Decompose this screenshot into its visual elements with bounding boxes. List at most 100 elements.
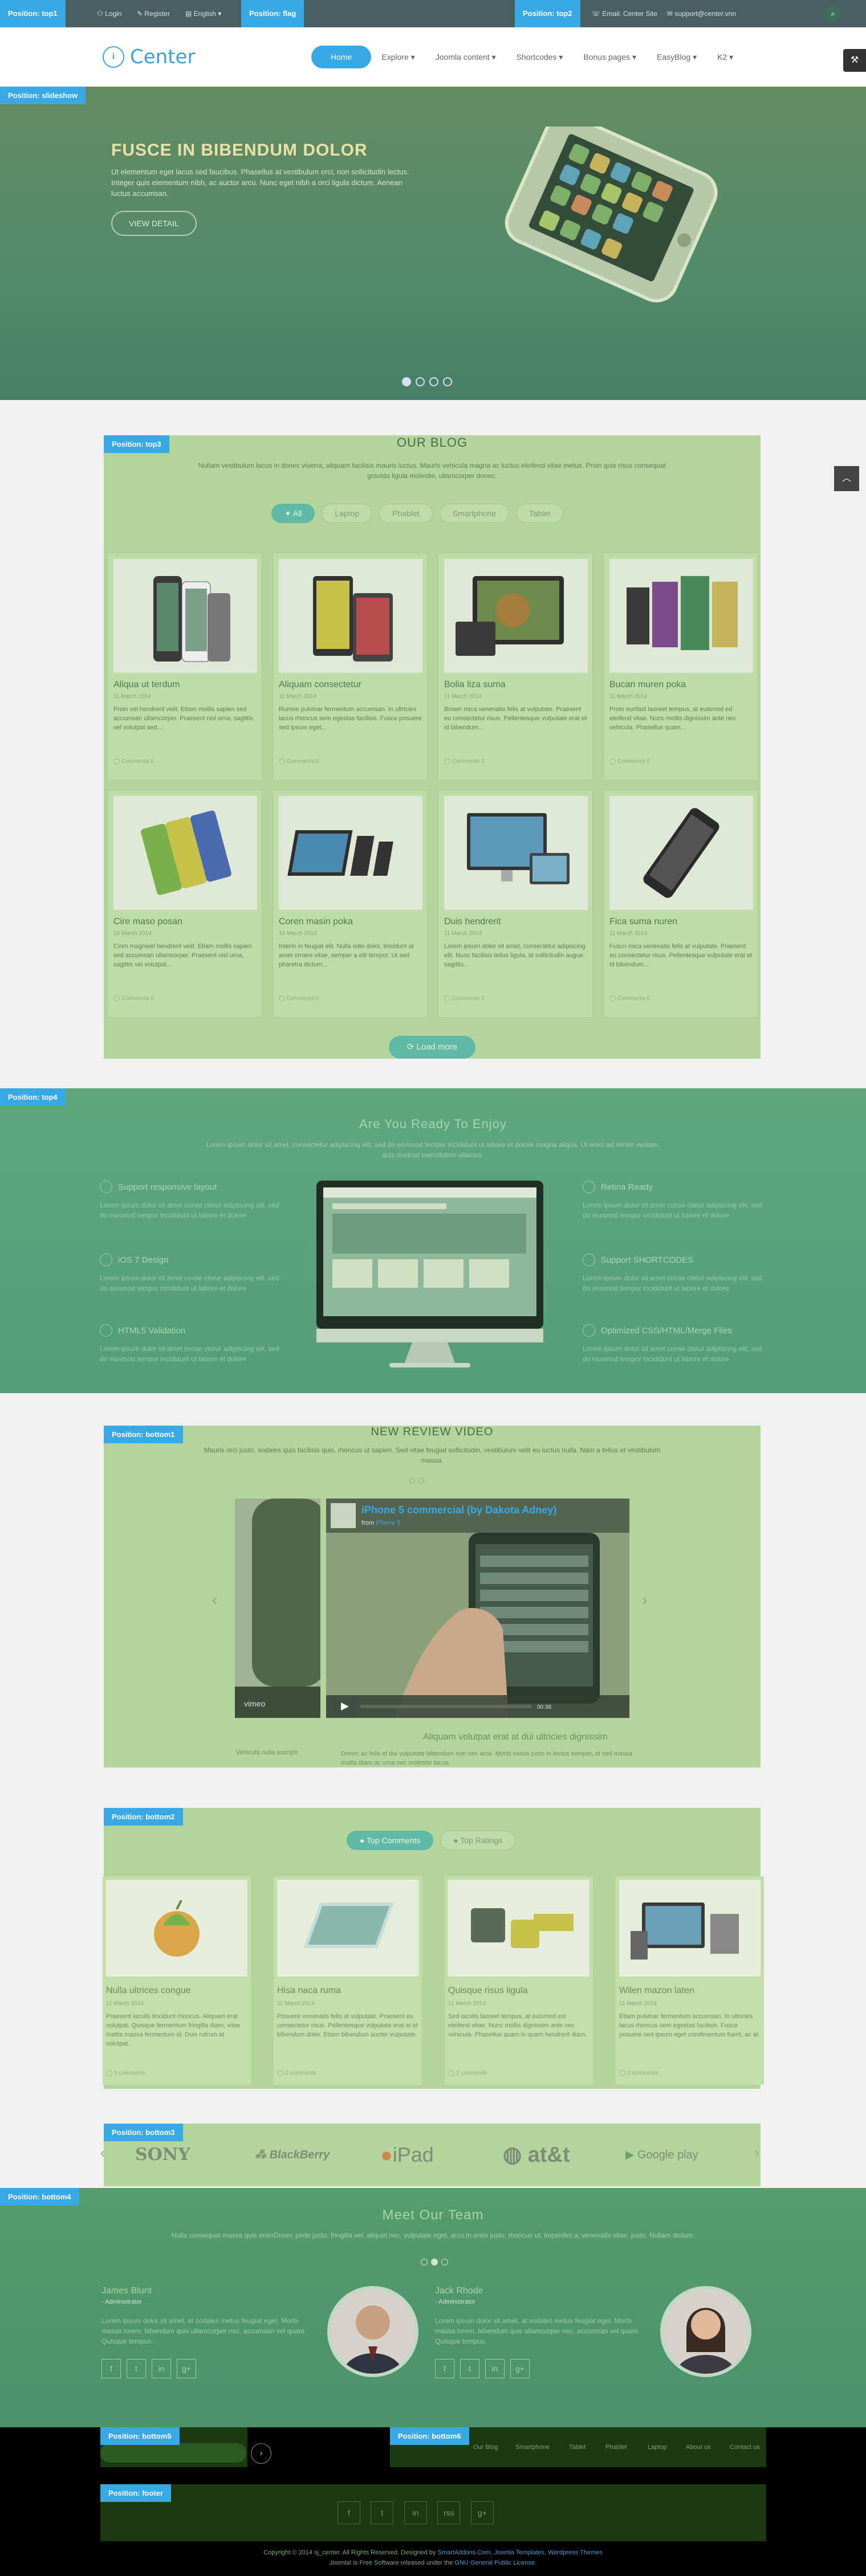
tab-top-ratings[interactable]: ● Top Ratings <box>440 1831 516 1850</box>
post-comments[interactable]: ◯ Comments 0 <box>113 995 154 1002</box>
post-title[interactable]: Bucan muren poka <box>609 680 686 690</box>
post-comments[interactable]: ◯ Comments 0 <box>609 758 650 765</box>
facebook-icon[interactable]: f <box>101 2359 121 2378</box>
post-title[interactable]: Coren masin poka <box>279 917 353 927</box>
filter-tablet[interactable]: Tablet <box>516 504 564 523</box>
blog-card[interactable]: Bolia liza suma 11 March 2014 Brown mica… <box>438 553 593 781</box>
video-dot[interactable] <box>418 1478 424 1484</box>
filter-smartphone[interactable]: Smartphone <box>439 504 510 523</box>
team-dot[interactable] <box>421 2259 428 2265</box>
submit-arrow-icon[interactable]: › <box>251 2443 271 2464</box>
post-comments[interactable]: ◯ Comments 0 <box>444 995 485 1002</box>
team-dot[interactable] <box>441 2259 448 2265</box>
slide-dot[interactable] <box>429 377 438 386</box>
license-link[interactable]: GNU General Public License. <box>454 2559 536 2566</box>
blog-card[interactable]: Aliqua ut terdum 11 March 2014 Proin vel… <box>107 553 262 781</box>
post-comments[interactable]: ◯ 2 comments <box>277 2070 316 2076</box>
post-comments[interactable]: ◯ 2 comments <box>448 2070 487 2076</box>
rss-icon[interactable]: rss <box>437 2501 461 2524</box>
tab-top-comments[interactable]: ● Top Comments <box>347 1831 434 1850</box>
linkedin-icon[interactable]: in <box>404 2501 427 2524</box>
nav-explore[interactable]: Explore ▾ <box>371 46 425 68</box>
filter-laptop[interactable]: Laptop <box>322 504 373 523</box>
post-comments[interactable]: ◯ Comments 0 <box>444 758 485 765</box>
blog-card[interactable]: Duis hendrerit 11 March 2014 Lorem ipsum… <box>438 790 593 1018</box>
blog-card[interactable]: Coren masin poka 10 March 2014 Interin i… <box>273 790 428 1018</box>
blog-card[interactable]: Aliquam consectetur 11 March 2014 Rumoe … <box>273 553 428 781</box>
twitter-icon[interactable]: t <box>371 2501 394 2524</box>
post-title[interactable]: Fica suma nuren <box>609 917 677 927</box>
newsletter-input[interactable] <box>100 2443 246 2463</box>
slide-dot[interactable] <box>443 377 452 386</box>
post-title[interactable]: Cire maso posan <box>113 917 182 927</box>
google-plus-icon[interactable]: g+ <box>470 2501 494 2524</box>
blog-card[interactable]: Bucan muren poka 11 March 2014 Proin sun… <box>603 553 758 781</box>
nav-k2[interactable]: K2 ▾ <box>707 46 743 68</box>
prev-arrow-icon[interactable]: ‹ <box>212 1591 217 1609</box>
post-title[interactable]: Aliquam consectetur <box>279 680 361 690</box>
blog-card[interactable]: Fica suma nuren 11 March 2014 Fuscn mica… <box>603 790 758 1018</box>
post-comments[interactable]: ◯ Comments 0 <box>279 758 319 765</box>
linkedin-icon[interactable]: in <box>152 2359 171 2378</box>
brand-att[interactable]: ◍ at&t <box>503 2124 570 2186</box>
slide-dot[interactable] <box>402 377 411 386</box>
register-link[interactable]: ✎ Register <box>137 0 170 27</box>
video-player[interactable]: iPhone 5 commercial (by Dakota Adney) fr… <box>326 1499 629 1718</box>
popular-card[interactable]: Wilen mazon laten 11 March 2014 Etiam pu… <box>616 1876 764 2085</box>
popular-card[interactable]: Hisa naca ruma 11 March 2014 Posuere ven… <box>274 1876 422 2085</box>
footer-link[interactable]: Smartphone <box>515 2444 550 2451</box>
google-plus-icon[interactable]: g+ <box>510 2359 530 2378</box>
post-title[interactable]: Aliqua ut terdum <box>113 680 180 690</box>
google-plus-icon[interactable]: g+ <box>177 2359 196 2378</box>
footer-link[interactable]: Phablet <box>605 2444 627 2451</box>
email-address[interactable]: ✉ support@center.vnn <box>667 0 736 27</box>
post-title[interactable]: Hisa naca ruma <box>277 1986 341 1996</box>
popular-card[interactable]: Quisque risus ligula 11 March 2014 Sed i… <box>445 1876 593 2085</box>
brand-blackberry[interactable]: ⁂ BlackBerry <box>255 2124 330 2186</box>
popular-card[interactable]: Nulla ultrices congue 11 March 2014 Prae… <box>103 1876 251 2085</box>
search-icon[interactable]: ⌕ <box>825 6 841 22</box>
post-comments[interactable]: ◯ Comments 0 <box>279 995 319 1002</box>
twitter-icon[interactable]: t <box>460 2359 479 2378</box>
brand-google-play[interactable]: ▶ Google play <box>625 2124 698 2186</box>
next-arrow-icon[interactable]: › <box>755 2145 759 2161</box>
login-link[interactable]: ⚇ Login <box>97 0 121 27</box>
video-dot[interactable] <box>409 1478 415 1484</box>
post-title[interactable]: Duis hendrerit <box>444 917 501 927</box>
wrench-icon[interactable]: ⚒ <box>843 49 866 72</box>
footer-link[interactable]: About us <box>686 2444 710 2451</box>
post-comments[interactable]: ◯ Comments 0 <box>609 995 650 1002</box>
logo[interactable]: i Center <box>103 43 195 71</box>
facebook-icon[interactable]: f <box>435 2359 454 2378</box>
nav-joomla-content[interactable]: Joomla content ▾ <box>425 46 506 68</box>
nav-bonus-pages[interactable]: Bonus pages ▾ <box>573 46 647 68</box>
facebook-icon[interactable]: f <box>338 2501 360 2524</box>
prev-arrow-icon[interactable]: ‹ <box>100 2145 105 2161</box>
nav-shortcodes[interactable]: Shortcodes ▾ <box>506 46 574 68</box>
post-title[interactable]: Wilen mazon laten <box>619 1986 694 1996</box>
footer-link[interactable]: Our Blog <box>473 2444 498 2451</box>
language-select[interactable]: ▤ English ▾ <box>185 0 221 27</box>
designer-link[interactable]: SmartAddons.Com <box>438 2549 491 2556</box>
brand-ipad[interactable]: ●iPad <box>380 2124 434 2186</box>
back-to-top-button[interactable]: ︿ <box>834 466 859 491</box>
footer-link[interactable]: Laptop <box>648 2444 667 2451</box>
twitter-icon[interactable]: t <box>127 2359 146 2378</box>
load-more-button[interactable]: ⟳ Load more <box>389 1036 475 1059</box>
blog-card[interactable]: Cire maso posan 18 March 2014 Cinm magni… <box>107 790 262 1018</box>
post-title[interactable]: Nulla ultrices congue <box>106 1986 191 1996</box>
post-comments[interactable]: ◯ Comments 0 <box>113 758 154 765</box>
linkedin-icon[interactable]: in <box>485 2359 505 2378</box>
footer-link[interactable]: Contact us <box>730 2444 760 2451</box>
themes-link[interactable]: Wordpress Themes <box>548 2549 603 2556</box>
footer-link[interactable]: Tablet <box>569 2444 586 2451</box>
team-dot[interactable] <box>431 2259 438 2265</box>
templates-link[interactable]: Joomla Templates <box>494 2549 544 2556</box>
filter-phablet[interactable]: Phablet <box>379 504 433 523</box>
slide-dot[interactable] <box>416 377 425 386</box>
post-comments[interactable]: ◯ 2 comments <box>619 2070 658 2076</box>
post-title[interactable]: Bolia liza suma <box>444 680 506 690</box>
next-arrow-icon[interactable]: › <box>642 1591 647 1609</box>
view-detail-button[interactable]: VIEW DETAIL <box>111 211 197 236</box>
nav-easyblog[interactable]: EasyBlog ▾ <box>647 46 707 68</box>
